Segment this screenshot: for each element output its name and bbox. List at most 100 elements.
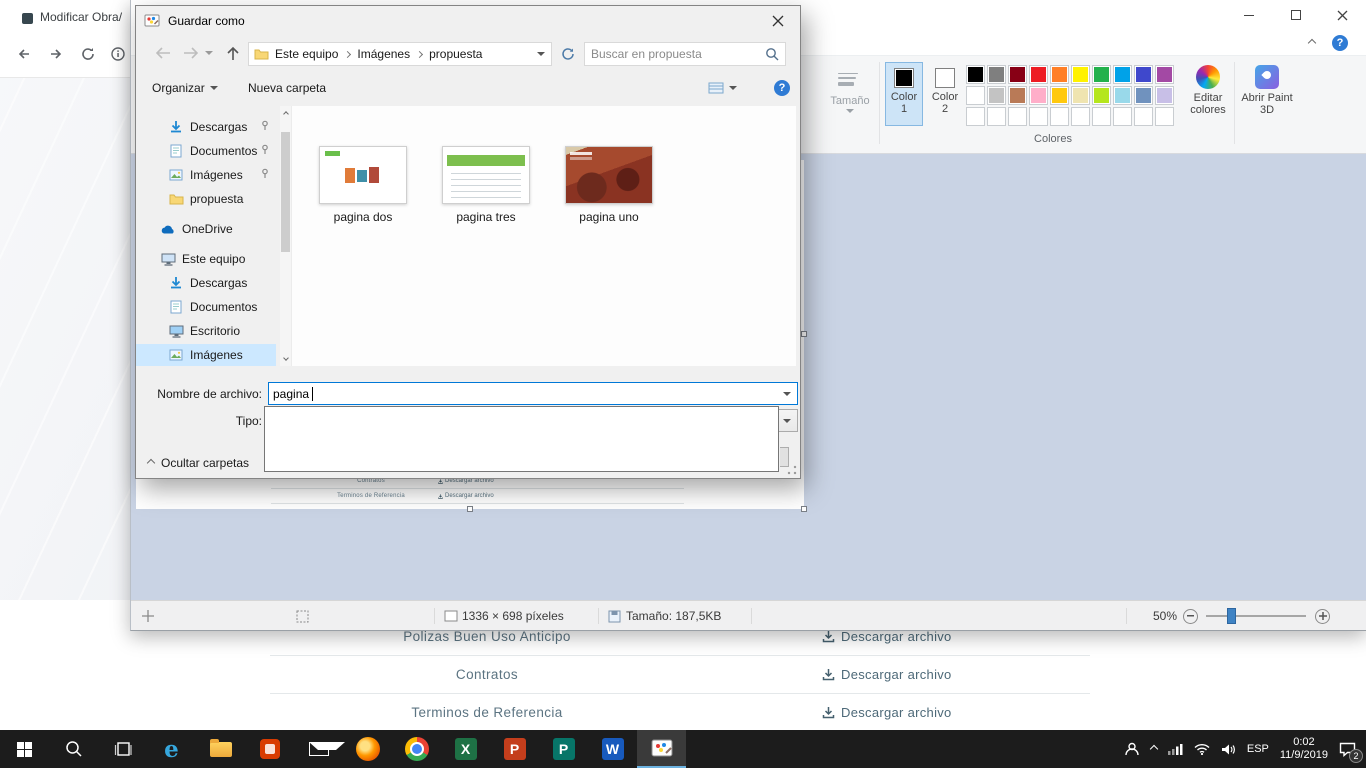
- dialog-refresh-button[interactable]: [557, 42, 579, 66]
- taskbar-app-chrome[interactable]: [392, 730, 441, 768]
- palette-empty-slot[interactable]: [1092, 107, 1111, 126]
- zoom-slider-thumb[interactable]: [1227, 608, 1236, 624]
- palette-empty-slot[interactable]: [1134, 107, 1153, 126]
- taskbar-app-office[interactable]: [245, 730, 294, 768]
- filename-input[interactable]: pagina: [268, 382, 798, 405]
- palette-color[interactable]: [987, 86, 1006, 105]
- taskbar-search-button[interactable]: [49, 730, 98, 768]
- palette-color[interactable]: [1050, 65, 1069, 84]
- search-icon[interactable]: [765, 47, 779, 61]
- palette-empty-slot[interactable]: [1029, 107, 1048, 126]
- palette-color[interactable]: [1008, 86, 1027, 105]
- taskbar-app-word[interactable]: W: [588, 730, 637, 768]
- browser-back-button[interactable]: [12, 42, 36, 66]
- sidebar-item-documentos-2[interactable]: Documentos: [136, 296, 276, 318]
- dialog-close-button[interactable]: [755, 6, 800, 35]
- new-folder-button[interactable]: Nueva carpeta: [248, 76, 326, 100]
- breadcrumb-item[interactable]: Imágenes: [351, 47, 416, 61]
- sidebar-item-imagenes-2[interactable]: Imágenes: [136, 344, 276, 366]
- palette-color[interactable]: [1134, 86, 1153, 105]
- sidebar-scrollbar[interactable]: [280, 106, 291, 366]
- scrollbar-thumb[interactable]: [281, 132, 290, 252]
- search-input[interactable]: [585, 47, 765, 61]
- browser-info-button[interactable]: [106, 42, 130, 66]
- palette-empty-slot[interactable]: [1071, 107, 1090, 126]
- file-item[interactable]: pagina tres: [427, 146, 545, 224]
- palette-color[interactable]: [1008, 65, 1027, 84]
- palette-empty-slot[interactable]: [987, 107, 1006, 126]
- file-item[interactable]: pagina dos: [304, 146, 422, 224]
- palette-color[interactable]: [1050, 86, 1069, 105]
- sidebar-item-propuesta[interactable]: propuesta: [136, 188, 276, 210]
- open-paint3d-button[interactable]: Abrir Paint 3D: [1240, 62, 1294, 116]
- palette-color[interactable]: [1029, 86, 1048, 105]
- browser-forward-button[interactable]: [44, 42, 68, 66]
- address-dropdown-caret[interactable]: [537, 52, 545, 56]
- change-view-button[interactable]: [708, 76, 737, 100]
- minimize-button[interactable]: [1225, 0, 1272, 30]
- close-button[interactable]: [1319, 0, 1366, 30]
- browser-tab-title[interactable]: Modificar Obra/: [40, 10, 122, 24]
- palette-color[interactable]: [987, 65, 1006, 84]
- taskbar-app-edge[interactable]: e: [147, 730, 196, 768]
- scroll-up-arrow[interactable]: [281, 108, 290, 120]
- file-item[interactable]: pagina uno: [550, 146, 668, 224]
- palette-color[interactable]: [1092, 65, 1111, 84]
- dialog-up-button[interactable]: [220, 41, 246, 65]
- taskbar-app-paint[interactable]: [637, 730, 686, 768]
- palette-color[interactable]: [1092, 86, 1111, 105]
- download-link[interactable]: Descargar archivo: [822, 705, 952, 720]
- palette-color[interactable]: [1029, 65, 1048, 84]
- people-icon[interactable]: [1124, 742, 1140, 756]
- taskbar-app-firefox[interactable]: [343, 730, 392, 768]
- recent-locations-button[interactable]: [202, 41, 216, 65]
- palette-empty-slot[interactable]: [1050, 107, 1069, 126]
- scroll-down-arrow[interactable]: [281, 352, 290, 364]
- download-link[interactable]: Descargar archivo: [822, 629, 952, 644]
- browser-refresh-button[interactable]: [76, 42, 100, 66]
- zoom-in-button[interactable]: [1315, 601, 1330, 631]
- palette-color[interactable]: [1071, 86, 1090, 105]
- palette-color[interactable]: [1113, 86, 1132, 105]
- cellular-signal-icon[interactable]: [1168, 743, 1183, 755]
- organize-button[interactable]: Organizar: [152, 76, 218, 100]
- taskbar-app-file-explorer[interactable]: [196, 730, 245, 768]
- sidebar-item-documentos[interactable]: Documentos: [136, 140, 276, 162]
- hidden-icons-chevron[interactable]: [1151, 746, 1157, 752]
- dialog-help-button[interactable]: [774, 76, 790, 100]
- dialog-resize-grip[interactable]: [787, 465, 797, 475]
- hide-folders-button[interactable]: Ocultar carpetas: [148, 452, 249, 474]
- breadcrumb-item[interactable]: Este equipo: [269, 47, 344, 61]
- wifi-icon[interactable]: [1194, 743, 1210, 755]
- action-center-button[interactable]: 2: [1339, 742, 1356, 757]
- palette-empty-slot[interactable]: [1008, 107, 1027, 126]
- palette-empty-slot[interactable]: [966, 107, 985, 126]
- palette-color[interactable]: [1113, 65, 1132, 84]
- filetype-dropdown-caret[interactable]: [783, 419, 791, 423]
- start-button[interactable]: [0, 730, 49, 768]
- sidebar-item-descargas-2[interactable]: Descargas: [136, 272, 276, 294]
- palette-empty-slot[interactable]: [1113, 107, 1132, 126]
- canvas-resize-handle-right[interactable]: [801, 331, 807, 337]
- sidebar-item-descargas[interactable]: Descargas: [136, 116, 276, 138]
- canvas-resize-handle-corner[interactable]: [801, 506, 807, 512]
- filename-autocomplete-dropdown[interactable]: [264, 406, 779, 472]
- sidebar-item-este-equipo[interactable]: Este equipo: [136, 248, 276, 270]
- filename-dropdown-caret[interactable]: [783, 392, 791, 396]
- edit-colors-button[interactable]: Editar colores: [1184, 62, 1232, 116]
- sidebar-item-escritorio[interactable]: Escritorio: [136, 320, 276, 342]
- zoom-out-button[interactable]: [1183, 601, 1198, 631]
- download-link[interactable]: Descargar archivo: [822, 667, 952, 682]
- collapse-ribbon-button[interactable]: [1302, 34, 1322, 52]
- language-indicator[interactable]: ESP: [1247, 743, 1269, 755]
- task-view-button[interactable]: [98, 730, 147, 768]
- dialog-forward-button[interactable]: [178, 41, 204, 65]
- taskbar-app-powerpoint[interactable]: P: [490, 730, 539, 768]
- sidebar-item-imagenes[interactable]: Imágenes: [136, 164, 276, 186]
- taskbar-app-publisher[interactable]: P: [539, 730, 588, 768]
- zoom-slider-track[interactable]: [1206, 615, 1306, 617]
- palette-color[interactable]: [966, 86, 985, 105]
- taskbar-app-mail[interactable]: [294, 730, 343, 768]
- maximize-button[interactable]: [1272, 0, 1319, 30]
- paint-help-button[interactable]: [1332, 35, 1348, 51]
